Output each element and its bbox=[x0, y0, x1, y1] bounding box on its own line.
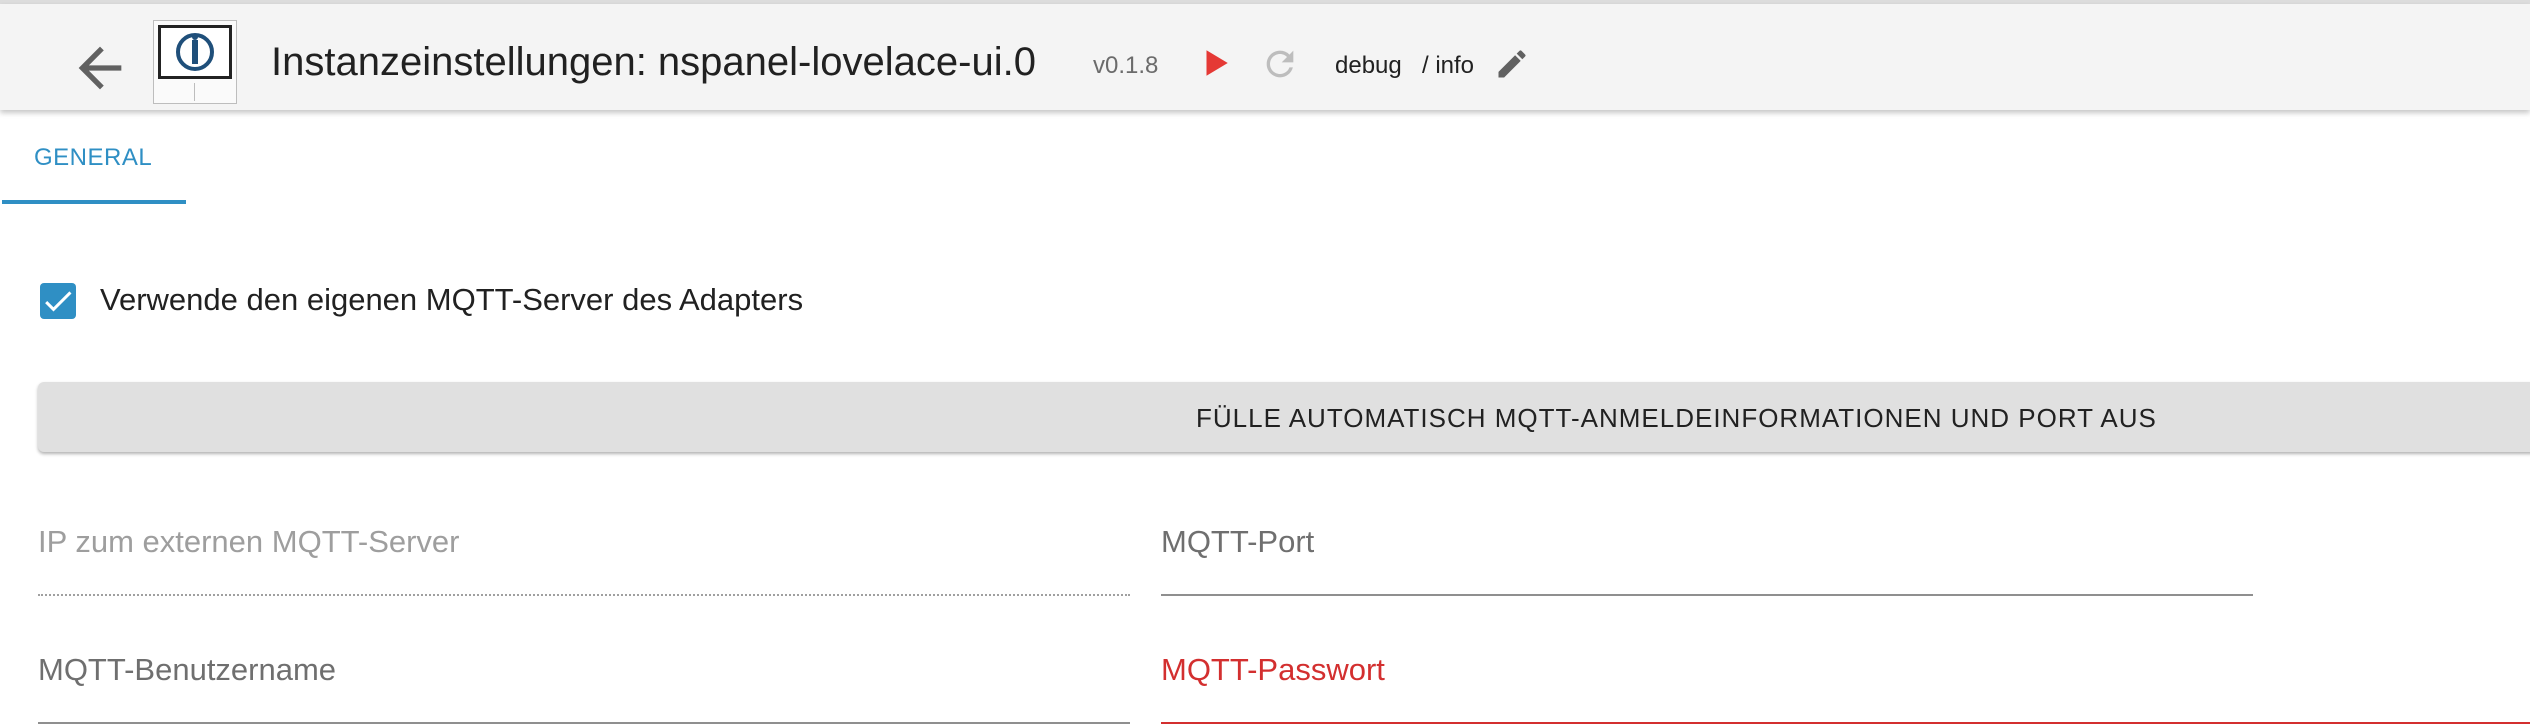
app-bar: Instanzeinstellungen: nspanel-lovelace-u… bbox=[0, 4, 2530, 110]
external-mqtt-ip-label: IP zum externen MQTT-Server bbox=[38, 524, 460, 559]
mqtt-password-field[interactable]: MQTT-Passwort bbox=[1161, 644, 2530, 724]
start-instance-button[interactable] bbox=[1198, 46, 1232, 80]
log-level-info: / info bbox=[1422, 52, 1475, 79]
autofill-mqtt-button-label: FÜLLE AUTOMATISCH MQTT-ANMELDEINFORMATIO… bbox=[1196, 403, 2157, 433]
arrow-back-icon bbox=[78, 46, 122, 90]
active-tab-indicator bbox=[2, 200, 186, 204]
use-own-mqtt-label: Verwende den eigenen MQTT-Server des Ada… bbox=[100, 282, 804, 317]
checkmark-icon bbox=[45, 291, 72, 312]
reload-instance-button[interactable] bbox=[1260, 44, 1300, 84]
external-mqtt-ip-field[interactable]: IP zum externen MQTT-Server bbox=[38, 516, 1130, 596]
mqtt-username-field[interactable]: MQTT-Benutzername bbox=[38, 644, 1130, 724]
mqtt-port-underline bbox=[1161, 594, 2253, 596]
edit-log-level-button[interactable] bbox=[1494, 46, 1530, 82]
mqtt-password-label: MQTT-Passwort bbox=[1161, 652, 1385, 687]
tab-general[interactable]: GENERAL bbox=[0, 130, 186, 206]
adapter-logo bbox=[153, 20, 237, 104]
use-own-mqtt-checkbox[interactable] bbox=[40, 283, 76, 319]
back-button[interactable] bbox=[68, 36, 132, 100]
pencil-icon bbox=[1498, 50, 1526, 78]
tab-general-label: GENERAL bbox=[34, 144, 153, 171]
adapter-logo-icon bbox=[158, 25, 232, 79]
page-title: Instanzeinstellungen: nspanel-lovelace-u… bbox=[271, 40, 1036, 84]
log-level-value[interactable]: debug bbox=[1335, 52, 1402, 80]
version-label: v0.1.8 bbox=[1093, 52, 1159, 79]
mqtt-password-underline bbox=[1161, 722, 2530, 724]
mqtt-username-label: MQTT-Benutzername bbox=[38, 652, 337, 687]
external-mqtt-ip-underline bbox=[38, 594, 1130, 596]
mqtt-port-field[interactable]: MQTT-Port bbox=[1161, 516, 2253, 596]
play-icon bbox=[1206, 50, 1228, 76]
reload-icon bbox=[1266, 50, 1294, 78]
mqtt-username-underline bbox=[38, 722, 1130, 724]
mqtt-port-label: MQTT-Port bbox=[1161, 524, 1315, 559]
